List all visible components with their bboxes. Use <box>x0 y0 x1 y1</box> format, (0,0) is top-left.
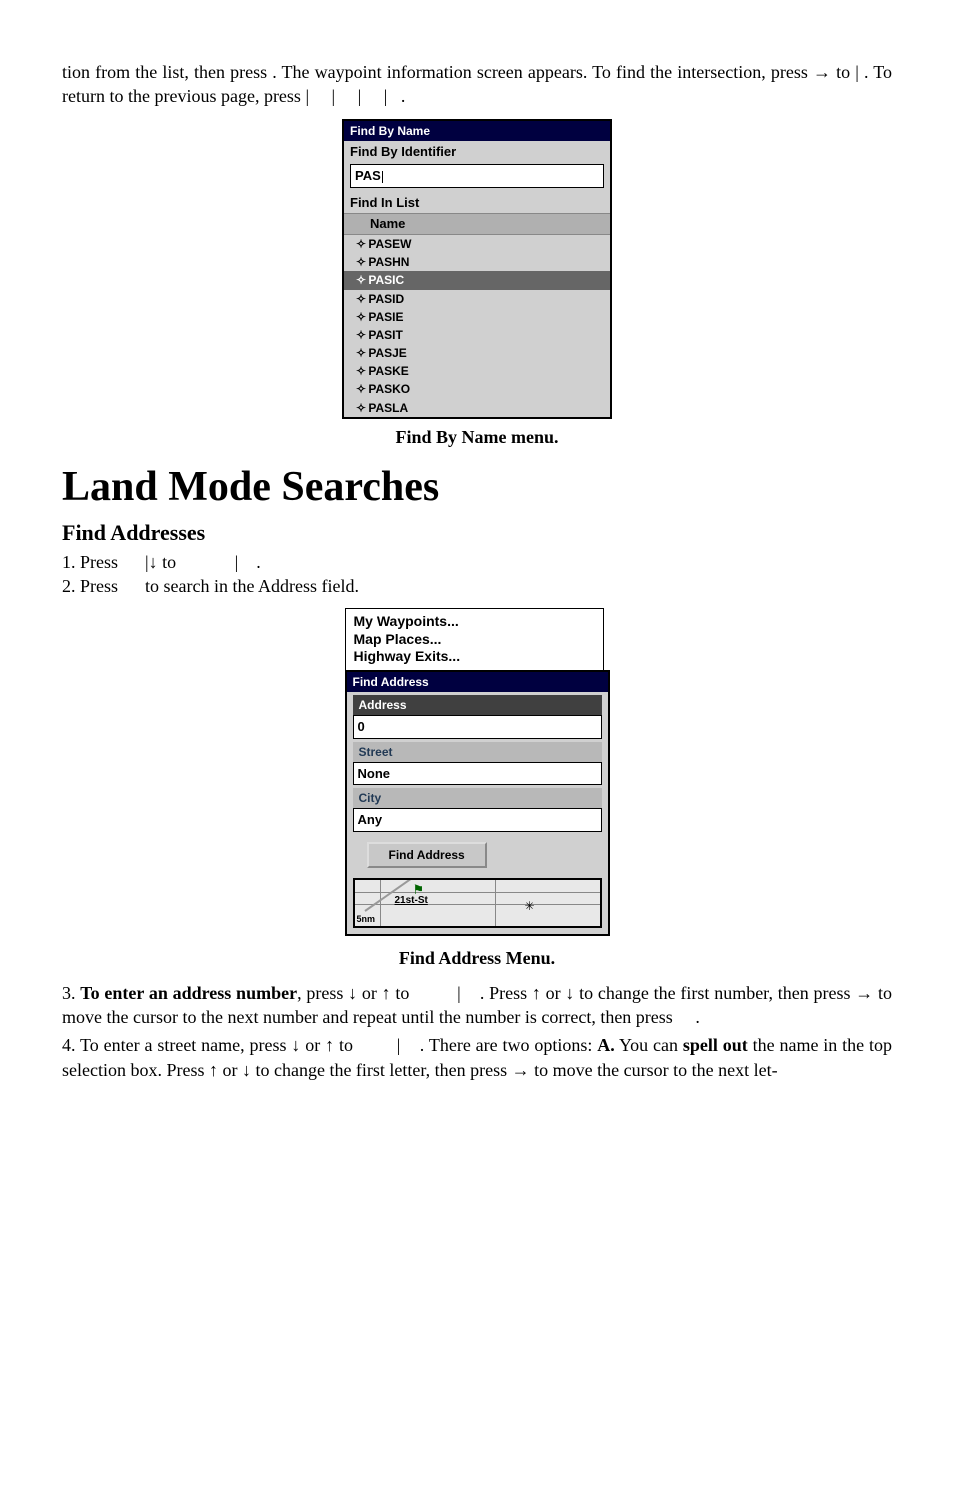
step-4: 4. To enter a street name, press ↓ or ↑ … <box>62 1033 892 1082</box>
text: . The waypoint information screen appear… <box>272 62 855 82</box>
caption-1: Find By Name menu. <box>62 425 892 449</box>
diamond-icon: ✧ <box>356 236 365 252</box>
text: 2. Press <box>62 576 123 596</box>
diamond-icon: ✧ <box>356 272 365 288</box>
city-value: Any <box>358 812 383 827</box>
text: 4. To enter a street name, press ↓ or ↑ … <box>62 1035 358 1055</box>
text: | <box>384 86 388 106</box>
menu-my-waypoints[interactable]: My Waypoints... <box>354 613 595 631</box>
identifier-label: Find By Identifier <box>344 141 610 163</box>
menu-highway-exits[interactable]: Highway Exits... <box>354 648 595 666</box>
street-label: Street <box>353 742 602 762</box>
address-label: Address <box>353 695 602 715</box>
city-input[interactable]: Any <box>353 808 602 832</box>
text: | <box>235 552 239 572</box>
text: 1. Press <box>62 552 123 572</box>
street-input[interactable]: None <box>353 762 602 786</box>
heading-land-mode-searches: Land Mode Searches <box>62 459 892 516</box>
text-bold: spell out <box>683 1035 748 1055</box>
diamond-icon: ✧ <box>356 400 365 416</box>
find-address-button[interactable]: Find Address <box>367 842 487 868</box>
text: . <box>695 1007 700 1027</box>
diamond-icon: ✧ <box>356 363 365 379</box>
dialog-title: Find Address <box>347 672 608 692</box>
list-item[interactable]: ✧ PASHN <box>344 253 610 271</box>
address-input[interactable]: 0 <box>353 715 602 739</box>
diamond-icon: ✧ <box>356 291 365 307</box>
text: tion from the list, then press <box>62 62 272 82</box>
text: . <box>401 86 406 106</box>
mini-map: ⚑ 21st-St ✳ 5nm <box>353 878 602 928</box>
dialog-title: Find By Name <box>344 121 610 141</box>
text: | <box>855 62 859 82</box>
step-2: 2. Press to search in the Address field. <box>62 574 892 598</box>
text: | <box>397 1035 401 1055</box>
text-bold: To enter an address number <box>80 983 297 1003</box>
text: | <box>305 86 309 106</box>
text: . There are two options: <box>420 1035 597 1055</box>
text: , press ↓ or ↑ to <box>297 983 414 1003</box>
text: | <box>332 86 336 106</box>
text: | <box>358 86 362 106</box>
identifier-value: PAS <box>355 168 381 183</box>
find-in-list-label: Find In List <box>344 192 610 214</box>
map-street-label: 21st-St <box>395 894 428 908</box>
list-item[interactable]: ✧ PASJE <box>344 344 610 362</box>
city-label: City <box>353 788 602 808</box>
list-item[interactable]: ✧ PASEW <box>344 235 610 253</box>
tree-icon: ✳ <box>525 898 535 914</box>
list-item[interactable]: ✧ PASLA <box>344 399 610 417</box>
step-3: 3. To enter an address number, press ↓ o… <box>62 981 892 1030</box>
step-1: 1. Press |↓ to | . <box>62 550 892 574</box>
text-cursor-icon <box>382 171 383 183</box>
diamond-icon: ✧ <box>356 327 365 343</box>
text: You can <box>615 1035 683 1055</box>
find-by-name-dialog: Find By Name Find By Identifier PAS Find… <box>342 119 612 419</box>
menu-above-dialog: My Waypoints... Map Places... Highway Ex… <box>345 608 604 670</box>
diamond-icon: ✧ <box>356 381 365 397</box>
find-address-dialog: Find Address Address 0 Street None City … <box>345 670 610 937</box>
menu-map-places[interactable]: Map Places... <box>354 631 595 649</box>
list-item[interactable]: ✧ PASIT <box>344 326 610 344</box>
intro-paragraph: tion from the list, then press . The way… <box>62 60 892 109</box>
address-value: 0 <box>358 719 365 734</box>
list-item[interactable]: ✧ PASIC <box>344 271 610 289</box>
text: |↓ to <box>145 552 181 572</box>
text: . <box>256 552 261 572</box>
diamond-icon: ✧ <box>356 309 365 325</box>
map-scale: 5nm <box>357 913 376 925</box>
text: to search in the Address field. <box>145 576 359 596</box>
list-item[interactable]: ✧ PASKE <box>344 362 610 380</box>
list-item[interactable]: ✧ PASIE <box>344 308 610 326</box>
identifier-input[interactable]: PAS <box>350 164 604 188</box>
text: | <box>457 983 461 1003</box>
diamond-icon: ✧ <box>356 345 365 361</box>
street-value: None <box>358 766 391 781</box>
name-column-header: Name <box>344 213 610 235</box>
heading-find-addresses: Find Addresses <box>62 518 892 548</box>
list-item[interactable]: ✧ PASID <box>344 290 610 308</box>
text-bold: A. <box>597 1035 615 1055</box>
diamond-icon: ✧ <box>356 254 365 270</box>
text: 3. <box>62 983 80 1003</box>
caption-2: Find Address Menu. <box>62 946 892 970</box>
list-item[interactable]: ✧ PASKO <box>344 380 610 398</box>
